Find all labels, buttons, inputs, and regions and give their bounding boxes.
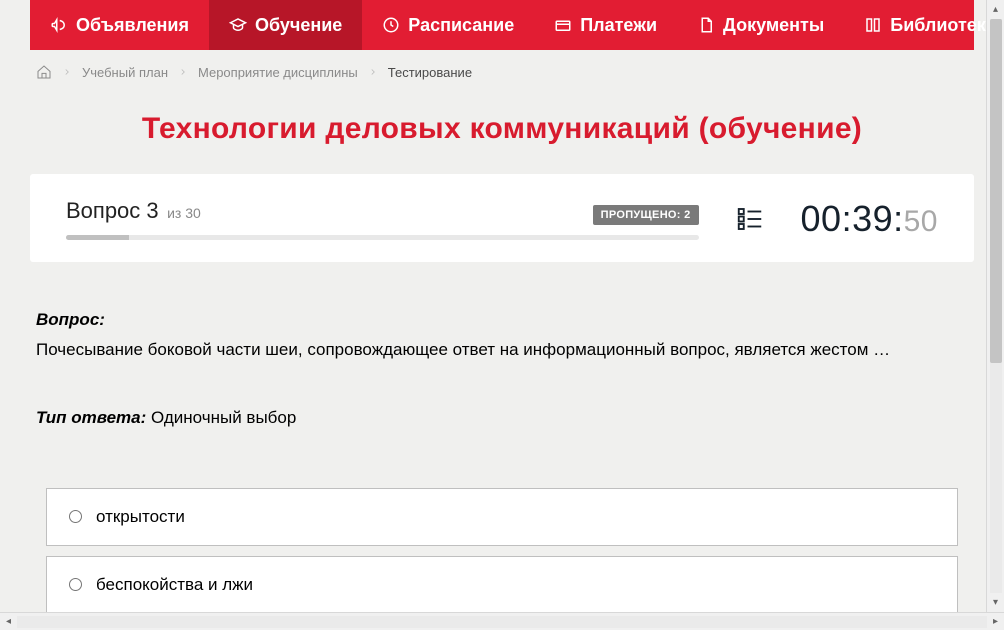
- option-label: открытости: [96, 507, 185, 527]
- timer-main: 00:39:: [801, 198, 904, 239]
- scroll-up-arrow-icon[interactable]: ▴: [993, 2, 998, 17]
- nav-item-education[interactable]: Обучение: [209, 0, 362, 50]
- progress-bar: [66, 235, 699, 240]
- question-heading: Вопрос:: [36, 310, 968, 330]
- nav-item-library[interactable]: Библиотека: [844, 0, 1004, 50]
- nav-item-announcements[interactable]: Объявления: [30, 0, 209, 50]
- answer-type: Тип ответа: Одиночный выбор: [36, 408, 968, 428]
- option-label: беспокойства и лжи: [96, 575, 253, 595]
- chevron-right-icon: [62, 67, 72, 77]
- answer-type-label: Тип ответа:: [36, 408, 146, 427]
- scroll-thumb[interactable]: [990, 19, 1002, 363]
- question-text: Почесывание боковой части шеи, сопровожд…: [36, 338, 968, 362]
- scroll-track[interactable]: [990, 19, 1002, 593]
- chevron-right-icon: [368, 67, 378, 77]
- breadcrumb-current: Тестирование: [388, 65, 472, 80]
- question-number: Вопрос 3: [66, 198, 159, 223]
- nav-label: Объявления: [76, 15, 189, 36]
- option-item[interactable]: открытости: [46, 488, 958, 546]
- nav-item-documents[interactable]: Документы: [677, 0, 844, 50]
- breadcrumb-link[interactable]: Учебный план: [82, 65, 168, 80]
- scroll-down-arrow-icon[interactable]: ▾: [993, 595, 998, 610]
- timer-seconds: 50: [904, 205, 938, 238]
- option-radio[interactable]: [69, 578, 82, 591]
- nav-label: Обучение: [255, 15, 342, 36]
- scroll-right-arrow-icon[interactable]: ▸: [989, 616, 1002, 627]
- library-icon: [864, 16, 882, 34]
- page-title: Технологии деловых коммуникаций (обучени…: [30, 112, 974, 146]
- nav-item-schedule[interactable]: Расписание: [362, 0, 534, 50]
- horizontal-scrollbar[interactable]: ◂ ▸: [0, 612, 1004, 630]
- nav-label: Платежи: [580, 15, 657, 36]
- megaphone-icon: [50, 16, 68, 34]
- chevron-right-icon: [178, 67, 188, 77]
- clock-icon: [382, 16, 400, 34]
- timer: 00:39:50: [801, 198, 938, 240]
- question-list-button[interactable]: [729, 198, 771, 240]
- document-icon: [697, 16, 715, 34]
- nav-label: Библиотека: [890, 15, 996, 36]
- option-item[interactable]: беспокойства и лжи: [46, 556, 958, 612]
- status-card: Вопрос 3 из 30 ПРОПУЩЕНО: 2 00:39:50: [30, 174, 974, 262]
- option-radio[interactable]: [69, 510, 82, 523]
- nav-item-payments[interactable]: Платежи: [534, 0, 677, 50]
- vertical-scrollbar[interactable]: ▴ ▾: [986, 0, 1004, 612]
- nav-label: Документы: [723, 15, 824, 36]
- question-block: Вопрос: Почесывание боковой части шеи, с…: [36, 310, 968, 612]
- progress-fill: [66, 235, 129, 240]
- scroll-track[interactable]: [17, 616, 987, 628]
- top-nav: Объявления Обучение Расписание Платежи: [30, 0, 974, 50]
- question-total: из 30: [167, 205, 201, 221]
- progress-block: Вопрос 3 из 30 ПРОПУЩЕНО: 2: [66, 198, 699, 240]
- home-icon[interactable]: [36, 64, 52, 80]
- nav-label: Расписание: [408, 15, 514, 36]
- options-list: открытости беспокойства и лжи агрессии: [36, 488, 968, 612]
- answer-type-value: Одиночный выбор: [151, 408, 296, 427]
- breadcrumb: Учебный план Мероприятие дисциплины Тест…: [30, 50, 974, 94]
- breadcrumb-link[interactable]: Мероприятие дисциплины: [198, 65, 358, 80]
- education-icon: [229, 16, 247, 34]
- skipped-badge: ПРОПУЩЕНО: 2: [593, 205, 699, 225]
- payment-icon: [554, 16, 572, 34]
- scroll-left-arrow-icon[interactable]: ◂: [2, 616, 15, 627]
